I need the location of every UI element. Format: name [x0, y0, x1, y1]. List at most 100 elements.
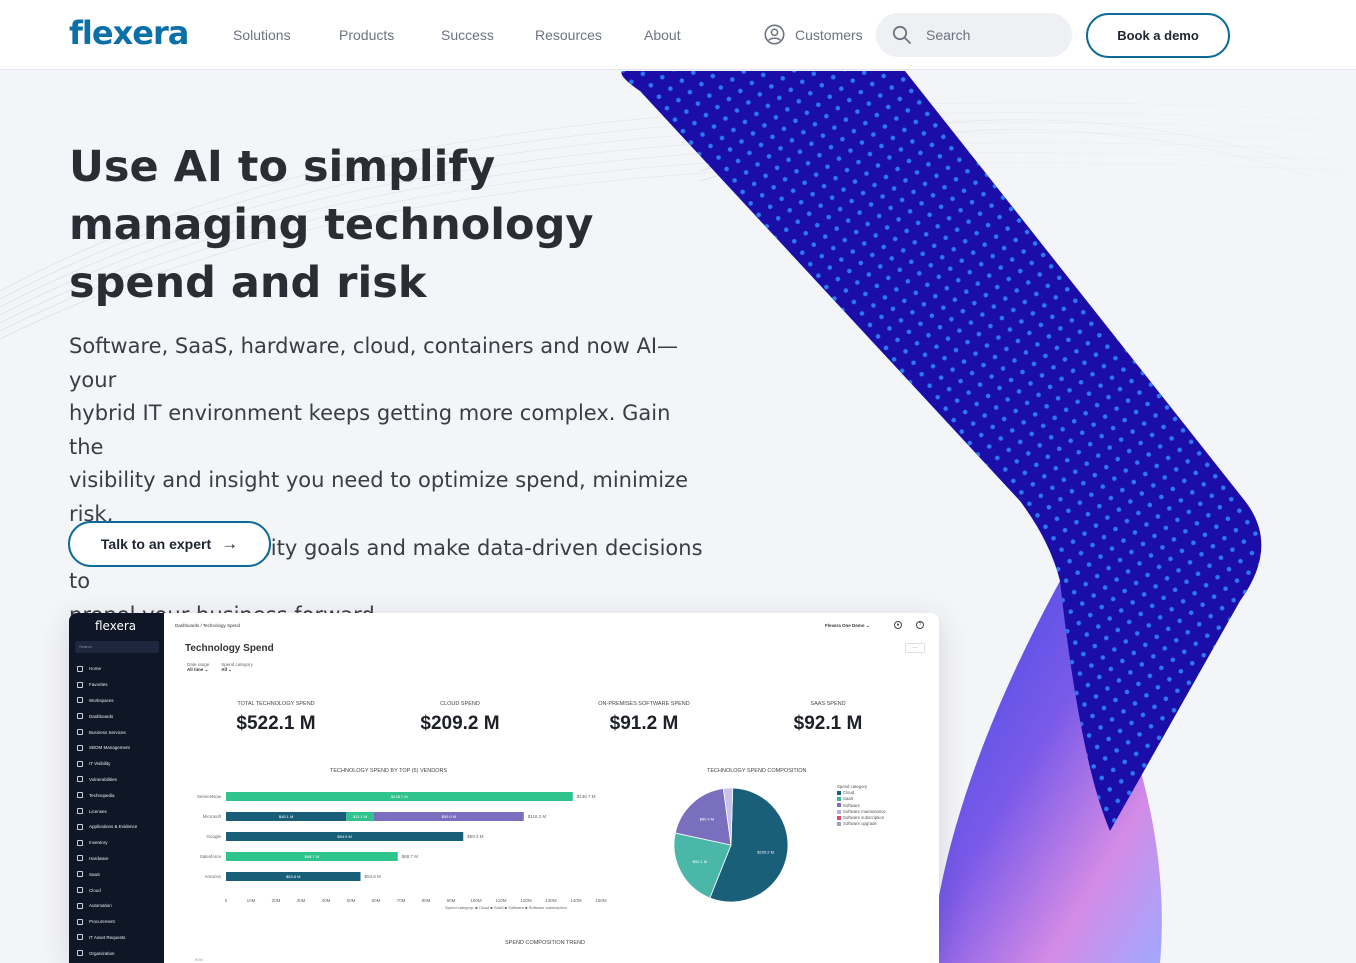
sidebar-item-label: Inventory: [89, 840, 108, 846]
sidebar-item-icon: [77, 950, 83, 957]
dashboard-sidebar-item: Cloud: [77, 882, 161, 898]
customers-label: Customers: [795, 26, 863, 43]
kpi-onprem-spend: ON-PREMISES SOFTWARE SPEND $91.2 M: [559, 701, 729, 735]
pie-slice-label: $92.1 M: [693, 859, 707, 864]
bar-axis-tick: 120M: [520, 898, 532, 903]
nav-resources[interactable]: Resources: [535, 27, 602, 43]
sidebar-item-icon: [77, 729, 83, 736]
bar-category-label: Amazon: [204, 874, 221, 879]
legend-label: Cloud: [843, 790, 855, 796]
book-demo-button[interactable]: Book a demo: [1086, 13, 1230, 58]
sidebar-item-label: SBOM Management: [89, 745, 130, 751]
sidebar-item-icon: [77, 713, 83, 720]
top-navigation: flexera Solutions Products Success Resou…: [0, 0, 1356, 70]
legend-swatch: [837, 791, 841, 796]
bar-axis-tick: 110M: [496, 898, 507, 903]
kpi-total-spend: TOTAL TECHNOLOGY SPEND $522.1 M: [191, 701, 361, 735]
sidebar-item-icon: [77, 934, 83, 941]
legend-swatch: [837, 815, 841, 820]
sidebar-item-icon: [77, 855, 83, 862]
kpi-label: ON-PREMISES SOFTWARE SPEND: [598, 701, 690, 707]
sidebar-item-icon: [77, 681, 83, 688]
talk-to-expert-button[interactable]: Talk to an expert →: [68, 521, 271, 567]
dashboard-sidebar-item: Workspaces: [77, 693, 161, 709]
kpi-value: $522.1 M: [236, 713, 316, 734]
vendor-bar-chart: ServiceNow $138.7 M $138.7 M Microsoft $48.1…: [197, 792, 607, 903]
bar-chart-legend: Spend category: ■ Cloud ■ SaaS ■ Softwar…: [445, 905, 567, 910]
hero-description-line: Software, SaaS, hardware, cloud, contain…: [69, 334, 679, 392]
legend-label: Software upgrade: [843, 821, 877, 827]
legend-swatch: [837, 809, 841, 814]
dashboard-sidebar-item: Favorites: [77, 677, 161, 693]
sidebar-item-label: IT Visibility: [89, 761, 111, 767]
dashboard-sidebar-item: Hardware: [77, 851, 161, 867]
hero-title-line: Use AI to simplify: [69, 142, 496, 192]
sidebar-item-icon: [77, 665, 83, 672]
bar-axis-tick: 70M: [397, 898, 406, 903]
dashboard-help-icon: ?: [916, 621, 924, 629]
bar-axis-tick: 50M: [347, 898, 356, 903]
nav-success[interactable]: Success: [441, 27, 494, 43]
bar-category-label: Microsoft: [203, 814, 222, 819]
sidebar-item-icon: [77, 823, 83, 830]
dashboard-sidebar-item: Procurement: [77, 914, 161, 930]
hero-title-line: spend and risk: [69, 258, 427, 308]
kpi-cloud-spend: CLOUD SPEND $209.2 M: [375, 701, 545, 735]
nav-about[interactable]: About: [644, 27, 681, 43]
sidebar-item-label: Automation: [89, 903, 112, 909]
search-input[interactable]: [926, 27, 1046, 43]
bar-axis-tick: 60M: [372, 898, 381, 903]
dashboard-sidebar-item: Automation: [77, 898, 161, 914]
trend-axis-label: 90M: [195, 957, 203, 962]
bar-segment-label: $94.9 M: [337, 834, 351, 839]
bar-total-label: $138.7 M: [577, 794, 596, 799]
dashboard-org-selector: Flexera One Demo ⌄: [825, 623, 870, 628]
sidebar-item-icon: [77, 902, 83, 909]
filter-date-value: All time ⌄: [187, 667, 209, 672]
dashboard-logo: flexera: [95, 619, 137, 633]
dashboard-main: Dashboards / Technology Spend Flexera On…: [175, 613, 939, 963]
search-box[interactable]: [876, 13, 1072, 57]
sidebar-item-label: SaaS: [89, 871, 101, 877]
customers-link[interactable]: Customers: [764, 24, 863, 45]
sidebar-item-icon: [77, 776, 83, 783]
bar-total-label: $99.3 M: [467, 834, 484, 839]
talk-to-expert-label: Talk to an expert: [100, 536, 212, 552]
dashboard-filters: Date range All time ⌄ Spend category All ⌄: [187, 662, 253, 673]
legend-label: Software maintenance: [843, 808, 886, 814]
dashboard-sidebar-item: Licenses: [77, 803, 161, 819]
arrow-right-icon: →: [221, 534, 239, 553]
sidebar-item-icon: [77, 871, 83, 878]
kpi-label: CLOUD SPEND: [440, 701, 480, 707]
bar-category-label: Salesforce: [200, 854, 222, 859]
sidebar-item-label: Applications & Evidence: [89, 824, 138, 830]
hero-description: Software, SaaS, hardware, cloud, contain…: [69, 330, 709, 632]
legend-swatch: [837, 822, 841, 827]
legend-label: Software: [843, 802, 860, 808]
nav-solutions[interactable]: Solutions: [233, 27, 291, 43]
sidebar-item-label: Licenses: [89, 808, 107, 814]
dashboard-sidebar-item: IT Asset Requests: [77, 930, 161, 946]
bar-segment-label: $68.7 M: [305, 854, 319, 859]
bar-total-label: $68.7 M: [402, 854, 419, 859]
bar-axis-tick: 0: [225, 898, 228, 903]
kpi-label: SAAS SPEND: [810, 701, 846, 707]
sidebar-item-label: IT Asset Requests: [89, 934, 126, 940]
nav-products[interactable]: Products: [339, 27, 394, 43]
bar-category-label: Google: [206, 834, 221, 839]
bar-axis-tick: 80M: [422, 898, 431, 903]
bar-segment-label: $138.7 M: [391, 794, 408, 799]
sidebar-item-icon: [77, 887, 83, 894]
hero-title: Use AI to simplify managing technology s…: [69, 138, 629, 312]
sidebar-item-label: Organization: [89, 950, 115, 956]
bar-segment-label: $53.8 M: [286, 874, 300, 879]
dashboard-sidebar-item: Home: [77, 661, 161, 677]
kpi-label: TOTAL TECHNOLOGY SPEND: [237, 701, 315, 707]
sidebar-item-label: Business Services: [89, 729, 126, 735]
flexera-logo[interactable]: flexera: [69, 14, 189, 52]
bar-segment-label: $48.1 M: [279, 814, 293, 819]
bar-category-label: ServiceNow: [197, 794, 222, 799]
dashboard-sidebar-nav: Home Favorites Workspaces Dashboards Busines…: [77, 661, 161, 961]
filter-category-value: All ⌄: [221, 667, 233, 672]
pie-slice-label: $80.4 M: [700, 817, 714, 822]
